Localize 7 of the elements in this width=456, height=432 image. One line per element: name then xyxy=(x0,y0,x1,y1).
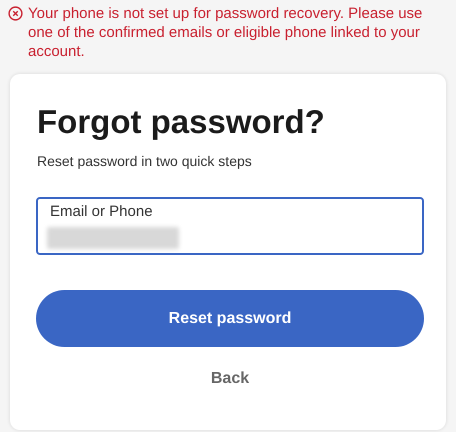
page-title: Forgot password? xyxy=(36,102,326,142)
error-icon xyxy=(8,6,23,21)
back-link[interactable]: Back xyxy=(210,367,250,391)
email-field[interactable]: Email or Phone xyxy=(36,197,424,255)
subtitle: Reset password in two quick steps xyxy=(36,152,253,170)
error-message: Your phone is not set up for password recovery. Please use one of the confirmed emails or eligible phone linked to your account. xyxy=(28,4,424,61)
reset-password-button[interactable]: Reset password xyxy=(36,290,424,347)
